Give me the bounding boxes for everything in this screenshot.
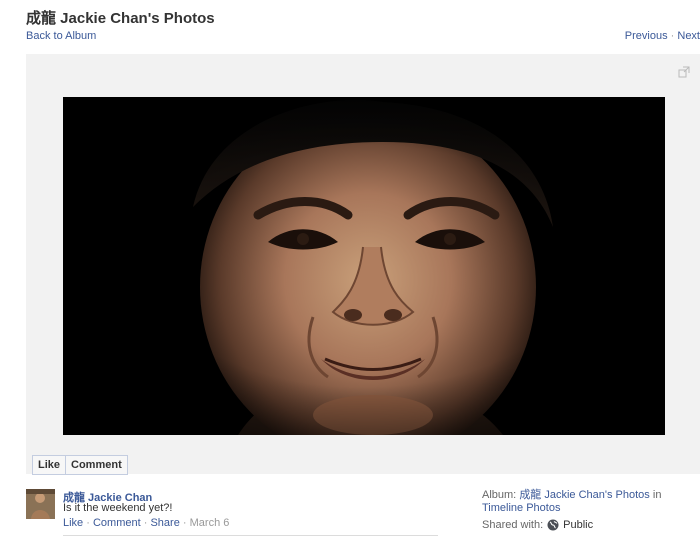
photo-pager: Previous · Next (625, 30, 700, 42)
privacy-setting[interactable]: Public (563, 519, 593, 531)
pager-separator: · (670, 30, 675, 42)
album-name-link[interactable]: Timeline Photos (482, 502, 560, 514)
expand-icon[interactable] (678, 66, 690, 78)
album-in-word: in (652, 489, 662, 501)
comment-button[interactable]: Comment (65, 456, 127, 474)
photo-caption: Is it the weekend yet?! (63, 502, 173, 514)
comment-divider (63, 535, 438, 536)
avatar-image (26, 489, 55, 519)
back-to-album-link[interactable]: Back to Album (26, 30, 96, 42)
next-link[interactable]: Next (677, 30, 700, 42)
photo-action-bar: Like Comment (32, 455, 128, 475)
shared-with: Shared with: Public (482, 519, 593, 531)
post-like-link[interactable]: Like (63, 517, 83, 529)
shared-with-label: Shared with: (482, 519, 544, 531)
photo-viewer-page: 成龍 Jackie Chan's Photos Back to Album Pr… (0, 0, 700, 539)
album-owner-link[interactable]: 成龍 Jackie Chan's Photos (519, 489, 650, 501)
meta-separator: · (86, 517, 90, 529)
main-photo[interactable] (63, 97, 665, 435)
globe-icon (547, 519, 559, 531)
post-meta: Like · Comment · Share · March 6 (63, 517, 229, 529)
page-title: 成龍 Jackie Chan's Photos (26, 10, 215, 27)
like-button[interactable]: Like (33, 456, 65, 474)
post-date[interactable]: March 6 (190, 517, 230, 529)
previous-link[interactable]: Previous (625, 30, 668, 42)
album-info: Album: 成龍 Jackie Chan's Photos in Timeli… (482, 489, 692, 515)
avatar[interactable] (26, 489, 55, 519)
meta-separator: · (182, 517, 187, 529)
album-prefix: Album: (482, 489, 517, 501)
post-share-link[interactable]: Share (150, 517, 179, 529)
meta-separator: · (143, 517, 148, 529)
portrait-image (63, 97, 665, 435)
post-comment-link[interactable]: Comment (93, 517, 141, 529)
